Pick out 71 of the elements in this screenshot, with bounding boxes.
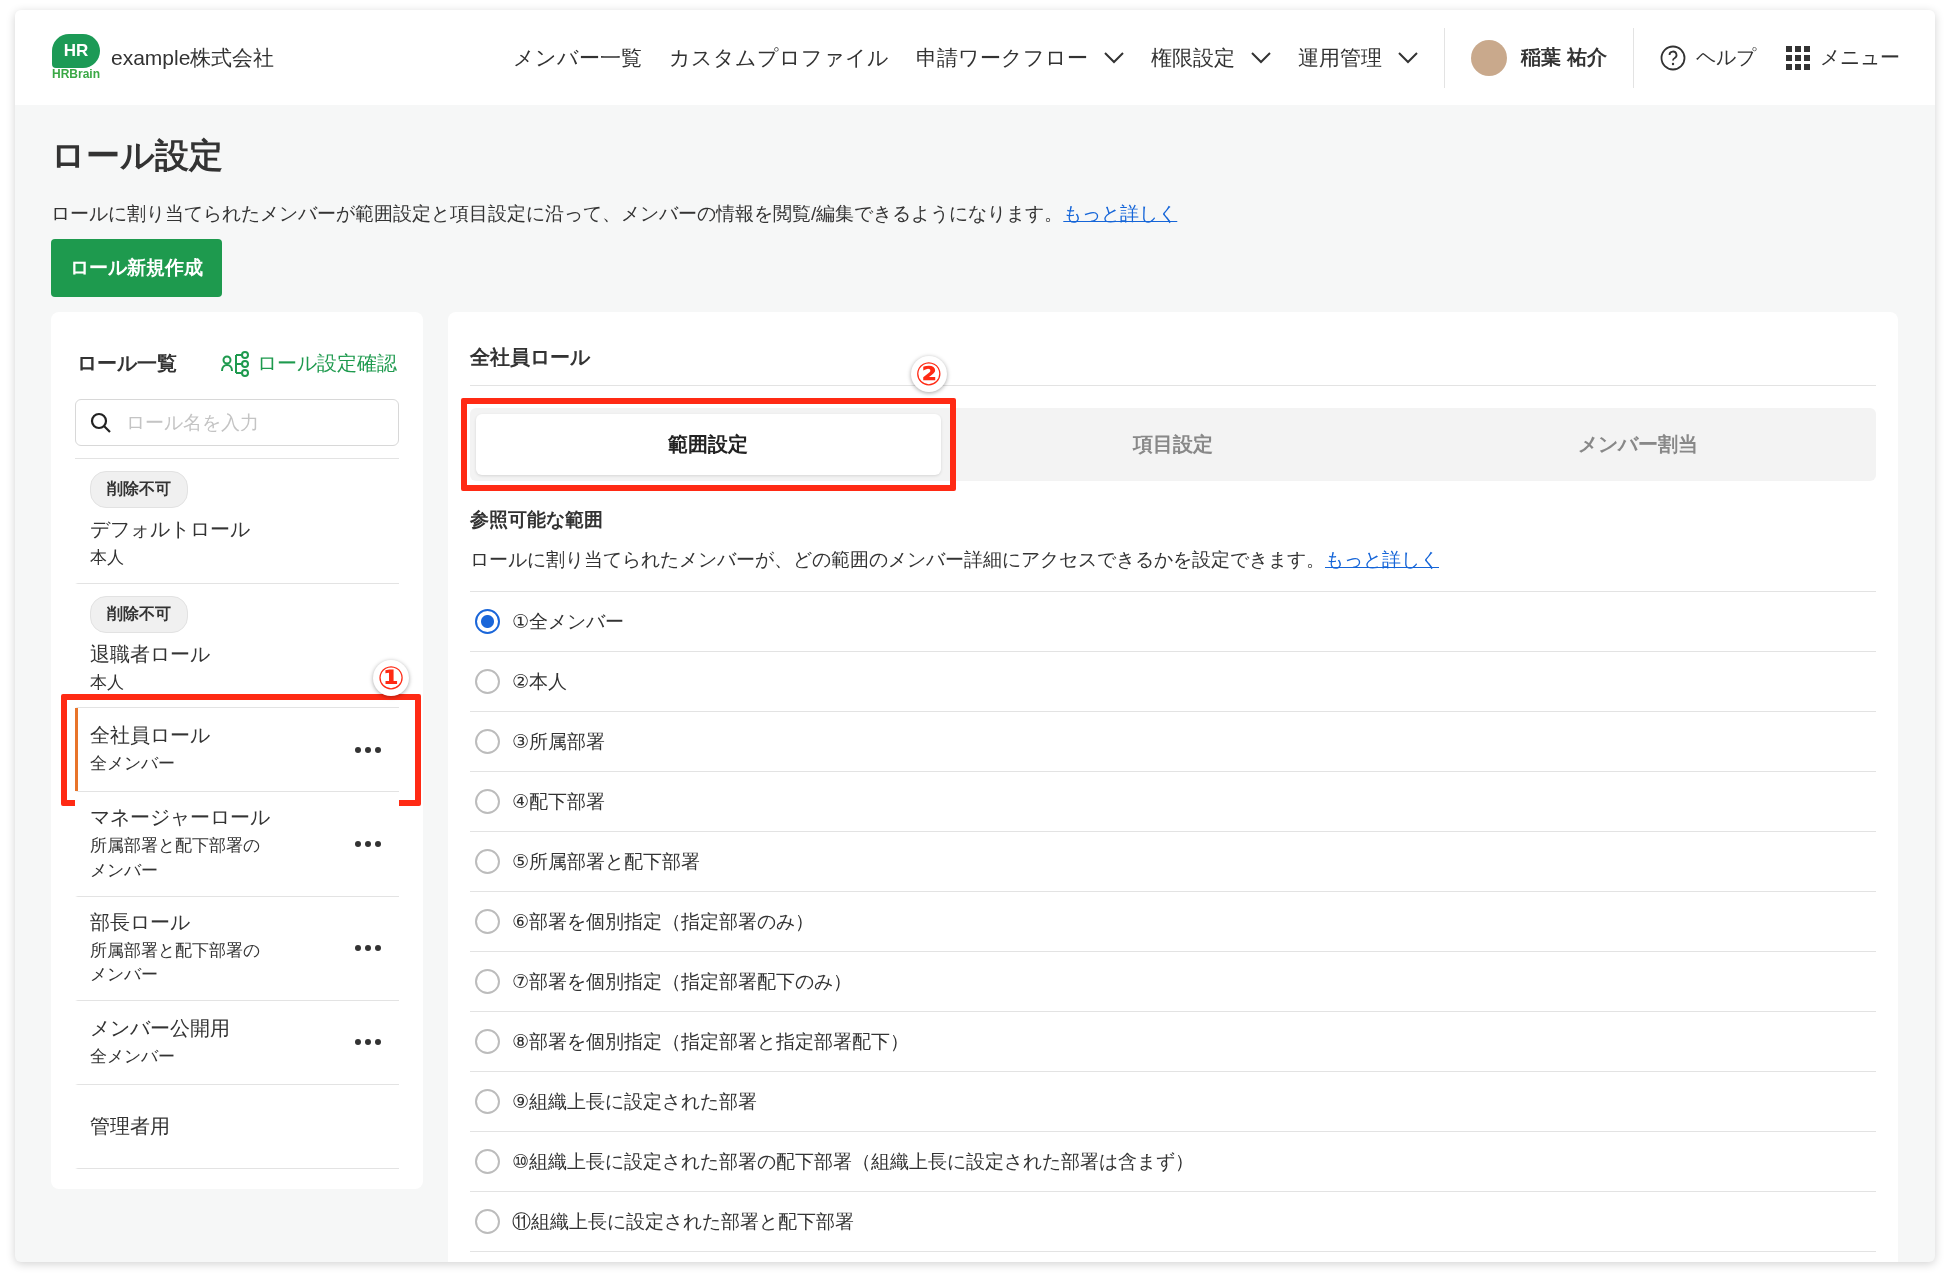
radio-label: ⑧部署を個別指定（指定部署と指定部署配下）: [512, 1029, 910, 1054]
more-icon: [355, 746, 381, 753]
callout-number: ②: [910, 356, 947, 392]
radio-label: ⑪組織上長に設定された部署と配下部署: [512, 1209, 854, 1234]
hrbrain-logo[interactable]: HR HRBrain: [51, 34, 101, 81]
page-description: ロールに割り当てられたメンバーが範囲設定と項目設定に沿って、メンバーの情報を閲覧/編集できるようになります。もっと詳しく: [51, 202, 1179, 226]
radio-button[interactable]: [475, 1029, 500, 1054]
role-name: 全社員ロール: [90, 723, 210, 749]
page-title: ロール設定: [51, 135, 224, 176]
radio-button[interactable]: [475, 789, 500, 814]
role-name: 部長ロール: [90, 909, 190, 935]
new-role-button[interactable]: ロール新規作成: [51, 239, 222, 297]
section-description: ロールに割り当てられたメンバーが、どの範囲のメンバー詳細にアクセスできるかを設定できます。もっと詳しく: [470, 547, 1876, 592]
radio-label: ⑩組織上長に設定された部署の配下部署（組織上長に設定された部署は含まず）: [512, 1149, 1195, 1174]
role-check-link[interactable]: ロール設定確認: [221, 350, 397, 377]
radio-button[interactable]: [475, 909, 500, 934]
org-chart-icon: [221, 350, 251, 377]
radio-button[interactable]: [475, 729, 500, 754]
role-name: メンバー公開用: [90, 1016, 230, 1041]
more-icon: [355, 945, 381, 952]
role-list-item[interactable]: 全社員ロール 全メンバー: [75, 708, 399, 793]
grid-icon: [1786, 45, 1810, 70]
radio-label: ⑦部署を個別指定（指定部署配下のみ）: [512, 969, 853, 994]
radio-label: ②本人: [512, 669, 568, 694]
search-box[interactable]: ロール名を入力: [75, 399, 399, 446]
role-scope: 全メンバー: [90, 1046, 176, 1068]
logo-brand: HRBrain: [52, 67, 100, 81]
help-link[interactable]: ヘルプ: [1660, 44, 1756, 71]
more-icon: [355, 840, 381, 847]
logo-mark: HR: [52, 34, 100, 68]
nav-link[interactable]: カスタムプロファイル: [669, 43, 890, 72]
radio-label: ⑨組織上長に設定された部署: [512, 1089, 758, 1114]
radio-label: ⑤所属部署と配下部署: [512, 849, 701, 874]
panel-title: ロール一覧: [77, 351, 177, 376]
learn-more-link[interactable]: もっと詳しく: [1325, 549, 1439, 570]
radio-button[interactable]: [475, 669, 500, 694]
radio-button[interactable]: [475, 849, 500, 874]
nav-link[interactable]: メンバー一覧: [513, 43, 643, 72]
role-name: マネージャーロール: [90, 805, 270, 831]
menu-button[interactable]: メニュー: [1786, 44, 1900, 71]
radio-button[interactable]: [475, 609, 500, 634]
tab[interactable]: 範囲設定: [476, 414, 941, 475]
nav-link[interactable]: 申請ワークフロー: [916, 43, 1125, 72]
radio-button[interactable]: [475, 1089, 500, 1114]
undeletable-badge: 削除不可: [90, 595, 188, 633]
help-icon: [1660, 44, 1686, 71]
nav-link[interactable]: 権限設定: [1151, 43, 1272, 72]
radio-label: ④配下部署: [512, 789, 606, 814]
learn-more-link[interactable]: もっと詳しく: [1063, 203, 1178, 224]
radio-button[interactable]: [475, 969, 500, 994]
role-scope: 所属部署と配下部署のメンバー: [90, 835, 261, 882]
user-avatar[interactable]: [1471, 39, 1508, 76]
radio-label: ①全メンバー: [512, 609, 625, 634]
nav-link[interactable]: 運用管理: [1298, 43, 1419, 72]
radio-label: ③所属部署: [512, 729, 606, 754]
company-name: example株式会社: [111, 44, 275, 71]
more-icon: [355, 1039, 381, 1046]
role-scope: 所属部署と配下部署のメンバー: [90, 939, 261, 987]
undeletable-badge: 削除不可: [90, 471, 188, 508]
role-name: 退職者ロール: [90, 641, 210, 667]
role-name: デフォルトロール: [90, 517, 250, 542]
user-name: 稲葉 祐介: [1521, 45, 1607, 70]
radio-button[interactable]: [475, 1149, 500, 1174]
role-scope: 本人: [90, 547, 125, 569]
radio-button[interactable]: [475, 1209, 500, 1234]
role-scope: 全メンバー: [90, 753, 176, 776]
section-title: 参照可能な範囲: [470, 508, 604, 532]
search-icon: [90, 411, 112, 434]
role-scope: 本人: [90, 671, 125, 694]
role-name: 管理者用: [90, 1113, 170, 1139]
radio-label: ⑥部署を個別指定（指定部署のみ）: [512, 909, 815, 934]
